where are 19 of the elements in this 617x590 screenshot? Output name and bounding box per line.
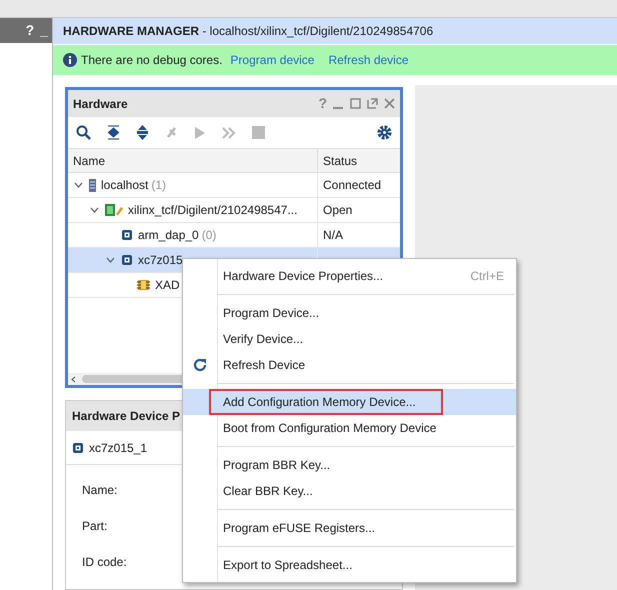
node-name: XAD (155, 277, 180, 294)
status-text: Connected (323, 177, 382, 194)
panel-title: Hardware Device P (72, 408, 180, 425)
node-count: (1) (151, 177, 166, 194)
field-label: Part: (82, 518, 108, 535)
device-name: xc7z015_1 (89, 440, 148, 456)
node-name: localhost (101, 177, 148, 194)
node-count: (0) (202, 227, 216, 244)
panel-title: Hardware (73, 96, 128, 112)
status-text: Open (323, 202, 352, 219)
status-text: N/A (323, 227, 344, 244)
node-name: arm_dap_0 (138, 227, 199, 244)
shortcut-text: Ctrl+E (470, 268, 505, 285)
header-title: HARDWARE MANAGER - localhost/xilinx_tcf/Digilent/210249854706 (63, 23, 434, 40)
node-name: xilinx_tcf/Digilent/2102498547... (128, 202, 298, 219)
banner-message: There are no debug cores. (81, 52, 222, 69)
field-label: ID code: (82, 554, 127, 571)
field-label: Name: (82, 482, 118, 499)
node-name: xc7z015 (138, 252, 183, 269)
